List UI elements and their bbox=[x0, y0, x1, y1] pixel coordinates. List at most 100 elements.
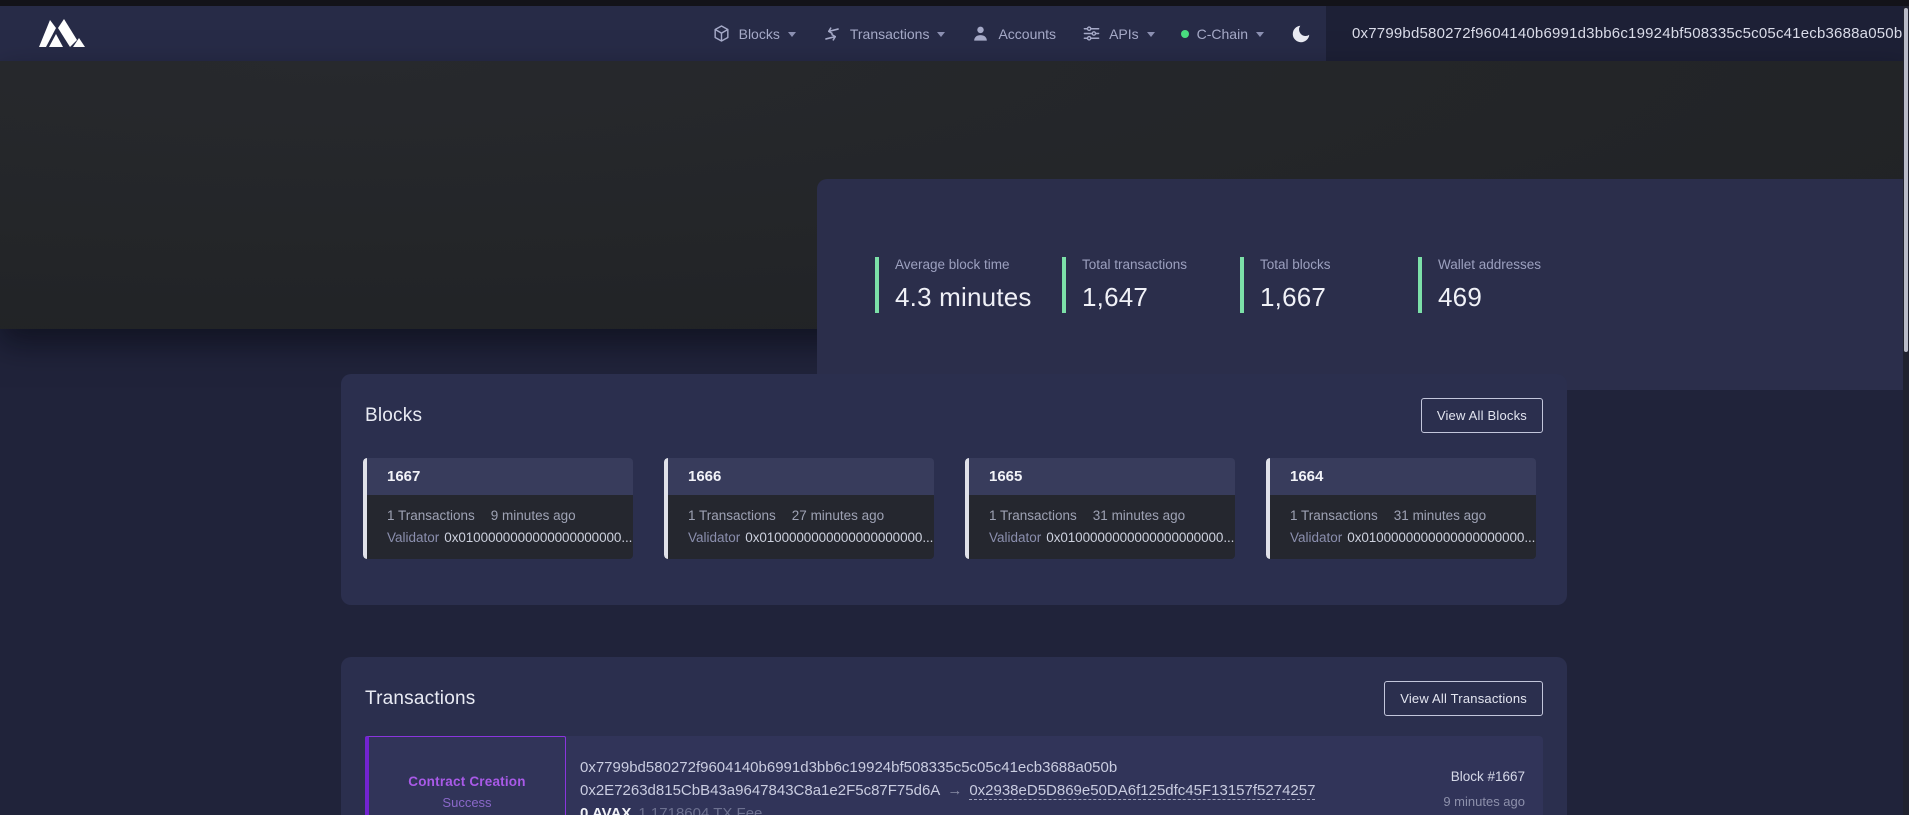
nav-item-chain-selector[interactable]: C-Chain bbox=[1181, 26, 1264, 42]
block-tx-count: 1 Transactions bbox=[989, 508, 1077, 523]
block-card-body: 1 Transactions 31 minutes ago Validator 0x… bbox=[965, 495, 1235, 559]
validator-address: 0x0100000000000000000000... bbox=[1046, 530, 1234, 545]
stat-label: Average block time bbox=[895, 257, 1032, 272]
transactions-section: Transactions View All Transactions Contr… bbox=[341, 657, 1567, 815]
validator-address: 0x0100000000000000000000... bbox=[444, 530, 632, 545]
search-value: 0x7799bd580272f9604140b6991d3bb6c19924bf… bbox=[1352, 25, 1902, 42]
stat-total-transactions: Total transactions 1,647 bbox=[1062, 257, 1187, 313]
transactions-section-title: Transactions bbox=[365, 688, 475, 710]
swap-icon bbox=[820, 21, 844, 45]
validator-label: Validator bbox=[387, 530, 439, 545]
block-number-link[interactable]: Block #1667 bbox=[1383, 769, 1525, 784]
person-icon bbox=[971, 24, 990, 43]
block-card-accent-bar bbox=[363, 458, 367, 559]
stat-total-blocks: Total blocks 1,667 bbox=[1240, 257, 1331, 313]
block-validator-line: Validator 0x0100000000000000000000... bbox=[387, 530, 633, 545]
block-card-accent-bar bbox=[965, 458, 969, 559]
transaction-hash-link[interactable]: 0x7799bd580272f9604140b6991d3bb6c19924bf… bbox=[580, 756, 1383, 779]
transaction-row: Contract Creation Success 0x7799bd580272… bbox=[365, 736, 1543, 815]
transaction-block-info: Block #1667 9 minutes ago bbox=[1383, 736, 1543, 815]
block-card-body: 1 Transactions9 minutes ago Validator 0x0… bbox=[363, 495, 633, 559]
transaction-status: Success bbox=[442, 795, 491, 810]
stat-label: Total transactions bbox=[1082, 257, 1187, 272]
blocks-section-title: Blocks bbox=[365, 405, 422, 427]
avalanche-logo[interactable] bbox=[37, 19, 93, 49]
transaction-type: Contract Creation bbox=[408, 774, 525, 789]
stat-label: Wallet addresses bbox=[1438, 257, 1541, 272]
nav-label-chain: C-Chain bbox=[1197, 26, 1248, 42]
block-number: 1666 bbox=[664, 458, 934, 495]
blocks-section: Blocks View All Blocks 1667 1 Transactio… bbox=[341, 374, 1567, 605]
blocks-section-header: Blocks View All Blocks bbox=[341, 374, 1567, 433]
block-card-1667[interactable]: 1667 1 Transactions9 minutes ago Validat… bbox=[363, 458, 633, 559]
block-card-body: 1 Transactions 27 minutes ago Validator 0x… bbox=[664, 495, 934, 559]
block-card-1665[interactable]: 1665 1 Transactions 31 minutes ago Valida… bbox=[965, 458, 1235, 559]
network-stats-panel: Average block time 4.3 minutes Total tra… bbox=[817, 179, 1909, 390]
dark-mode-toggle[interactable] bbox=[1290, 23, 1312, 45]
blocks-grid: 1667 1 Transactions9 minutes ago Validat… bbox=[363, 458, 1545, 559]
transaction-addresses: 0x2E7263d815CbB43a9647843C8a1e2F5c87F75d… bbox=[580, 779, 1383, 802]
block-card-1666[interactable]: 1666 1 Transactions 27 minutes ago Valida… bbox=[664, 458, 934, 559]
from-address: 0x2E7263d815CbB43a9647843C8a1e2F5c87F75d… bbox=[580, 782, 940, 799]
validator-address: 0x0100000000000000000000... bbox=[1347, 530, 1535, 545]
block-time-ago: 27 minutes ago bbox=[792, 508, 884, 523]
scrollbar-track[interactable] bbox=[1903, 6, 1909, 815]
block-card-meta: 1 Transactions9 minutes ago bbox=[387, 508, 633, 523]
view-all-transactions-button[interactable]: View All Transactions bbox=[1384, 681, 1543, 716]
nav-label-blocks: Blocks bbox=[739, 26, 780, 42]
cube-icon bbox=[712, 24, 731, 43]
stat-label: Total blocks bbox=[1260, 257, 1331, 272]
nav-item-apis[interactable]: APIs bbox=[1082, 24, 1155, 43]
block-card-accent-bar bbox=[1266, 458, 1270, 559]
nav-item-accounts[interactable]: Accounts bbox=[971, 24, 1056, 43]
stat-wallet-addresses: Wallet addresses 469 bbox=[1418, 257, 1541, 313]
transactions-section-header: Transactions View All Transactions bbox=[341, 657, 1567, 716]
validator-label: Validator bbox=[989, 530, 1041, 545]
block-number: 1664 bbox=[1266, 458, 1536, 495]
block-validator-line: Validator 0x0100000000000000000000... bbox=[989, 530, 1235, 545]
block-time-ago: 31 minutes ago bbox=[1093, 508, 1185, 523]
block-validator-line: Validator 0x0100000000000000000000... bbox=[1290, 530, 1536, 545]
block-card-1664[interactable]: 1664 1 Transactions31 minutes ago Valida… bbox=[1266, 458, 1536, 559]
chain-status-dot-icon bbox=[1181, 30, 1189, 38]
search-input[interactable]: 0x7799bd580272f9604140b6991d3bb6c19924bf… bbox=[1326, 6, 1903, 61]
block-card-accent-bar bbox=[664, 458, 668, 559]
validator-address: 0x0100000000000000000000... bbox=[745, 530, 933, 545]
nav-item-blocks[interactable]: Blocks bbox=[712, 24, 796, 43]
stat-value: 469 bbox=[1438, 282, 1541, 313]
hero-banner: Average block time 4.3 minutes Total tra… bbox=[0, 61, 1909, 329]
chevron-down-icon bbox=[1256, 32, 1264, 37]
block-card-body: 1 Transactions31 minutes ago Validator 0x… bbox=[1266, 495, 1536, 559]
stat-value: 4.3 minutes bbox=[895, 282, 1032, 313]
validator-label: Validator bbox=[1290, 530, 1342, 545]
block-tx-count: 1 Transactions bbox=[688, 508, 776, 523]
block-card-meta: 1 Transactions 27 minutes ago bbox=[688, 508, 934, 523]
nav-label-apis: APIs bbox=[1109, 26, 1139, 42]
moon-icon bbox=[1290, 23, 1312, 45]
scrollbar-thumb[interactable] bbox=[1904, 8, 1908, 352]
validator-label: Validator bbox=[688, 530, 740, 545]
block-tx-count: 1 Transactions bbox=[387, 508, 475, 523]
nav-label-accounts: Accounts bbox=[998, 26, 1056, 42]
transaction-details: 0x7799bd580272f9604140b6991d3bb6c19924bf… bbox=[566, 736, 1383, 815]
nav-item-transactions[interactable]: Transactions bbox=[822, 24, 946, 44]
block-number: 1667 bbox=[363, 458, 633, 495]
block-card-meta: 1 Transactions31 minutes ago bbox=[1290, 508, 1536, 523]
nav-label-transactions: Transactions bbox=[850, 26, 930, 42]
stat-value: 1,667 bbox=[1260, 282, 1331, 313]
arrow-right-icon: → bbox=[947, 782, 962, 799]
view-all-blocks-button[interactable]: View All Blocks bbox=[1421, 398, 1543, 433]
block-number: 1665 bbox=[965, 458, 1235, 495]
transaction-time-ago: 9 minutes ago bbox=[1383, 794, 1525, 809]
to-address-link[interactable]: 0x2938eD5D869e50DA6f125dfc45F13157f52742… bbox=[969, 782, 1315, 800]
transaction-type-badge: Contract Creation Success bbox=[365, 736, 566, 815]
chevron-down-icon bbox=[1147, 32, 1155, 37]
chevron-down-icon bbox=[937, 32, 945, 37]
block-time-ago: 31 minutes ago bbox=[1394, 508, 1486, 523]
chevron-down-icon bbox=[788, 32, 796, 37]
nav-menu: Blocks Transactions Accounts APIs bbox=[712, 24, 1264, 44]
transaction-value: 0 AVAX bbox=[580, 805, 631, 815]
navbar: Blocks Transactions Accounts APIs bbox=[0, 6, 1909, 61]
transaction-fee: 1.1718604 TX Fee bbox=[638, 805, 762, 815]
avalanche-logo-icon bbox=[37, 19, 93, 49]
